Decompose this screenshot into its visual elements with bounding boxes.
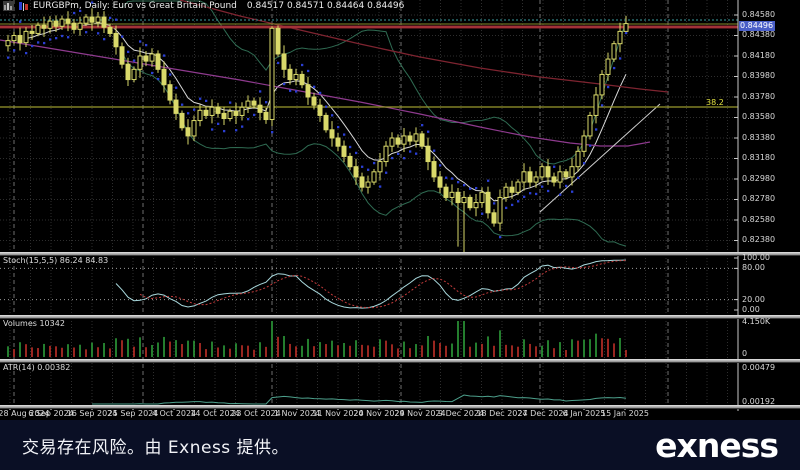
volumes-label: Volumes 10342: [3, 319, 65, 328]
pane-separator[interactable]: [0, 315, 800, 319]
candlestick-chart-canvas[interactable]: [0, 0, 800, 420]
pane-separator[interactable]: [0, 252, 800, 256]
stochastic-label: Stoch(15,5,5) 86.24 84.83: [3, 256, 108, 265]
price-axis-label: 0.83180: [742, 154, 775, 162]
trading-terminal-window: EURGBPm, Daily: Euro vs Great Britain Po…: [0, 0, 800, 470]
stoch-axis-label: 100.00: [742, 254, 770, 262]
price-axis-label: 0.84580: [742, 11, 775, 19]
stoch-axis-label: 80.00: [742, 264, 765, 272]
chart-title: EURGBPm, Daily: Euro vs Great Britain Po…: [33, 1, 237, 11]
price-chart-area[interactable]: EURGBPm, Daily: Euro vs Great Britain Po…: [0, 0, 800, 420]
exness-risk-banner: 交易存在风险。由 Exness 提供。 exness: [0, 420, 800, 470]
risk-disclaimer-text: 交易存在风险。由 Exness 提供。: [22, 433, 289, 458]
volume-axis-label: 4.150K: [742, 318, 770, 326]
atr-axis-label: 0.00192: [742, 398, 775, 406]
pane-separator[interactable]: [0, 359, 800, 363]
price-axis-label: 0.84380: [742, 31, 775, 39]
time-axis-label: 25 Sep 2024: [108, 410, 159, 418]
chart-header: EURGBPm, Daily: Euro vs Great Britain Po…: [3, 1, 404, 11]
price-axis-label: 0.83780: [742, 93, 775, 101]
price-axis-label: 0.83980: [742, 72, 775, 80]
price-axis-label: 0.83380: [742, 134, 775, 142]
atr-axis-label: 0.00479: [742, 364, 775, 372]
exness-logo: exness: [655, 429, 778, 462]
time-axis-label: 15 Jan 2025: [601, 410, 649, 418]
volume-axis-label: 0: [742, 350, 747, 358]
price-axis-label: 0.82780: [742, 195, 775, 203]
stoch-axis-label: 20.00: [742, 296, 765, 304]
current-price-tag: 0.84496: [739, 21, 775, 31]
atr-label: ATR(14) 0.00382: [3, 363, 70, 372]
stoch-axis-label: 0.00: [742, 306, 760, 314]
price-axis-label: 0.83580: [742, 113, 775, 121]
bar-chart-icon: [3, 1, 14, 11]
candles-icon: [18, 1, 29, 11]
time-axis-label: 6 Jan 2025: [563, 410, 606, 418]
time-axis-label: 27 Dec 2024: [517, 410, 568, 418]
price-axis-label: 0.82980: [742, 175, 775, 183]
price-axis-label: 0.82380: [742, 236, 775, 244]
price-axis-label: 0.84180: [742, 52, 775, 60]
chart-ohlc-quote: 0.84517 0.84571 0.84464 0.84496: [247, 1, 404, 11]
price-axis-label: 0.82580: [742, 216, 775, 224]
fib-382-label: 38.2: [706, 99, 724, 107]
